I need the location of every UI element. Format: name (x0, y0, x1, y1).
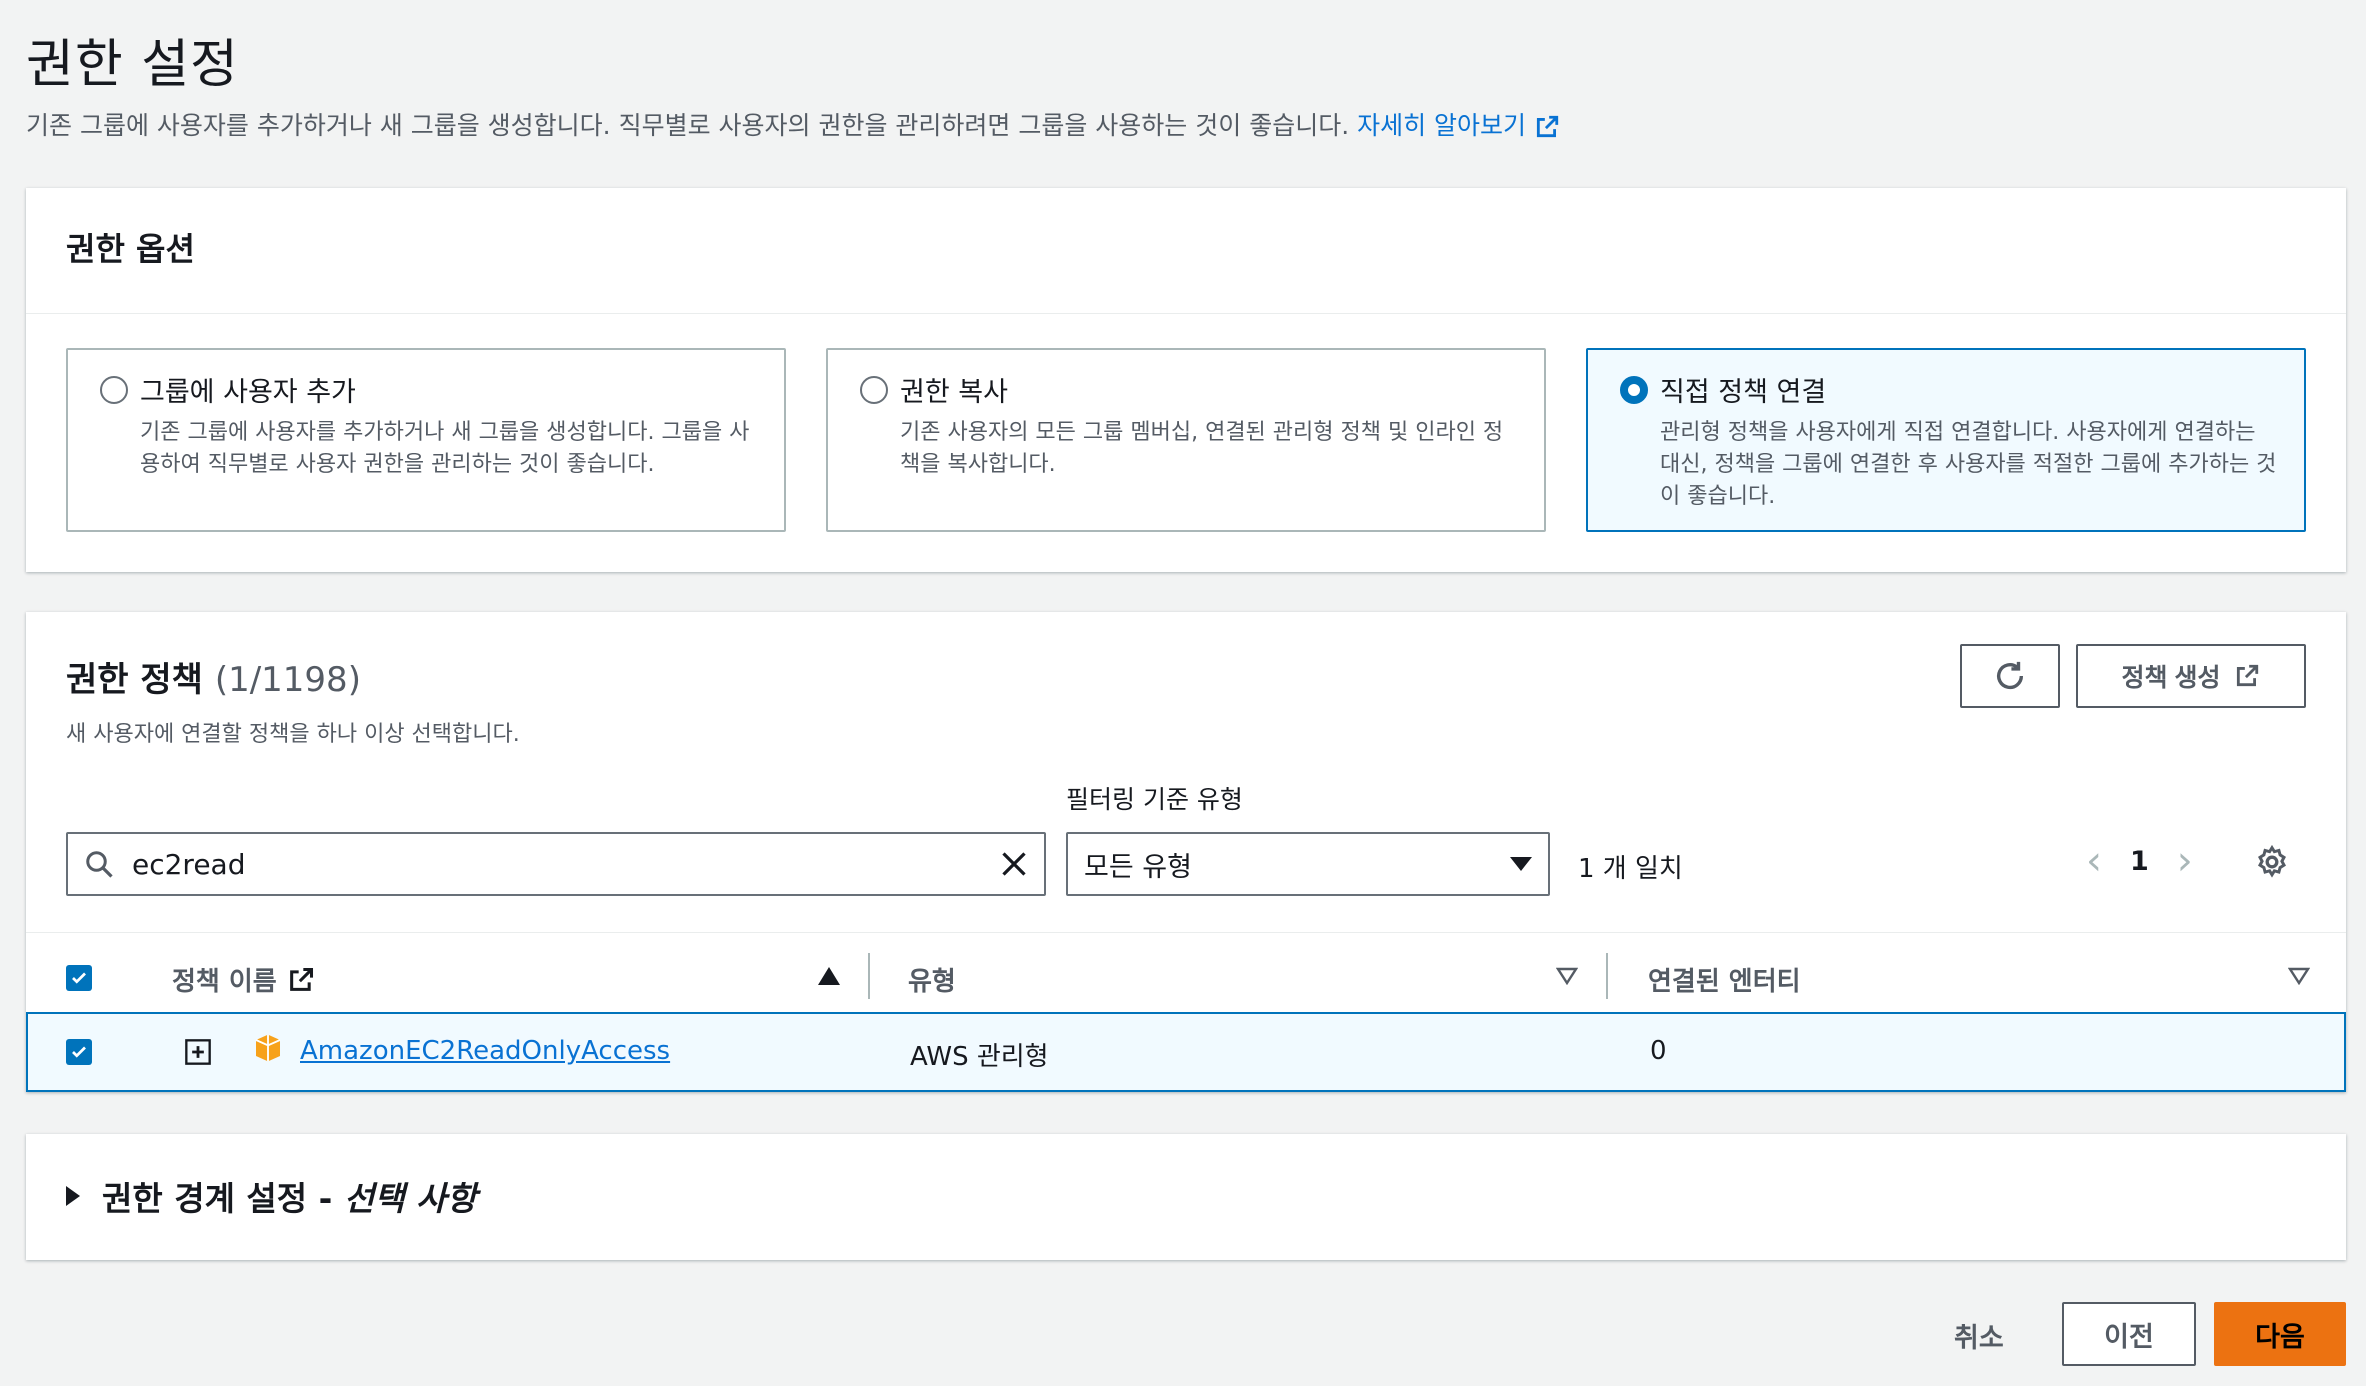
policies-title: 권한 정책 (1/1198) (66, 652, 361, 701)
boundary-optional-label: 선택 사항 (343, 1179, 477, 1218)
column-label: 정책 이름 (172, 967, 277, 997)
sort-ascending-icon[interactable] (818, 967, 840, 985)
policies-subtitle: 새 사용자에 연결할 정책을 하나 이상 선택합니다. (66, 722, 520, 747)
boundary-title: 권한 경계 설정 - (102, 1179, 333, 1218)
option-attach-policies[interactable]: 직접 정책 연결 관리형 정책을 사용자에게 직접 연결합니다. 사용자에게 연… (1586, 348, 2306, 532)
aws-managed-policy-icon (255, 1034, 281, 1062)
option-label: 그룹에 사용자 추가 (140, 377, 356, 408)
option-description: 관리형 정책을 사용자에게 직접 연결합니다. 사용자에게 연결하는 대신, 정… (1660, 420, 2277, 509)
page: 권한 설정 기존 그룹에 사용자를 추가하거나 새 그룹을 생성합니다. 직무별… (0, 0, 2366, 1386)
match-count: 1 개 일치 (1578, 854, 1683, 884)
check-icon (72, 972, 86, 984)
learn-more-label: 자세히 알아보기 (1357, 111, 1527, 140)
table-row[interactable]: AmazonEC2ReadOnlyAccess AWS 관리형 0 (26, 1012, 2346, 1092)
filter-type-select[interactable]: 모든 유형 (1066, 832, 1550, 896)
option-label: 권한 복사 (900, 377, 1008, 408)
option-description: 기존 그룹에 사용자를 추가하거나 새 그룹을 생성합니다. 그룹을 사용하여 … (140, 420, 750, 477)
column-type[interactable]: 유형 (908, 961, 956, 998)
permission-policies-panel: 권한 정책 (1/1198) 새 사용자에 연결할 정책을 하나 이상 선택합니… (26, 612, 2346, 1092)
refresh-button[interactable] (1960, 644, 2060, 708)
option-label: 직접 정책 연결 (1660, 377, 1827, 408)
previous-button[interactable]: 이전 (2062, 1302, 2196, 1366)
attached-entities-count: 0 (1650, 1036, 1667, 1066)
permission-options-title: 권한 옵션 (66, 230, 195, 268)
clear-icon[interactable] (1000, 850, 1028, 878)
sort-icon[interactable] (2288, 967, 2310, 985)
check-icon (72, 1046, 86, 1058)
radio-button-selected[interactable] (1620, 376, 1648, 404)
permission-options-panel: 권한 옵션 그룹에 사용자 추가 기존 그룹에 사용자를 추가하거나 새 그룹을… (26, 188, 2346, 572)
caret-right-icon (66, 1186, 80, 1206)
previous-page-icon[interactable]: ‹ (2086, 838, 2102, 884)
external-link-icon (289, 967, 313, 991)
learn-more-link[interactable]: 자세히 알아보기 (1357, 111, 1560, 140)
column-attached-entities[interactable]: 연결된 엔터티 (1648, 961, 1801, 998)
table-header: 정책 이름 유형 연결된 엔터티 (26, 932, 2346, 1022)
radio-button[interactable] (860, 376, 888, 404)
expand-icon[interactable] (184, 1038, 212, 1066)
search-icon (86, 851, 113, 878)
page-description-text: 기존 그룹에 사용자를 추가하거나 새 그룹을 생성합니다. 직무별로 사용자의… (26, 111, 1350, 140)
search-value: ec2read (132, 847, 246, 881)
gear-icon[interactable] (2254, 844, 2290, 880)
create-policy-label: 정책 생성 (2121, 664, 2221, 692)
external-link-icon (1536, 115, 1559, 138)
refresh-icon (1996, 661, 2024, 690)
caret-down-icon (1510, 857, 1532, 871)
option-description: 기존 사용자의 모든 그룹 멤버십, 연결된 관리형 정책 및 인라인 정책을 … (900, 420, 1504, 477)
sort-icon[interactable] (1556, 967, 1578, 985)
select-all-checkbox[interactable] (66, 965, 92, 991)
column-divider (868, 953, 870, 999)
panel-header: 권한 옵션 (26, 188, 2346, 314)
filter-type-value: 모든 유형 (1084, 851, 1192, 883)
create-policy-button[interactable]: 정책 생성 (2076, 644, 2306, 708)
cancel-button[interactable]: 취소 (1954, 1316, 2004, 1355)
radio-button[interactable] (100, 376, 128, 404)
next-page-icon[interactable]: › (2177, 838, 2193, 884)
permissions-boundary-toggle[interactable]: 권한 경계 설정 - 선택 사항 (66, 1172, 477, 1220)
policies-count: (1/1198) (214, 660, 361, 700)
next-button[interactable]: 다음 (2214, 1302, 2346, 1366)
current-page[interactable]: 1 (2130, 846, 2149, 877)
page-description: 기존 그룹에 사용자를 추가하거나 새 그룹을 생성합니다. 직무별로 사용자의… (26, 106, 1560, 142)
column-policy-name[interactable]: 정책 이름 (172, 961, 315, 998)
column-label: 연결된 엔터티 (1648, 967, 1801, 997)
policies-title-text: 권한 정책 (66, 660, 203, 700)
option-add-to-group[interactable]: 그룹에 사용자 추가 기존 그룹에 사용자를 추가하거나 새 그룹을 생성합니다… (66, 348, 786, 532)
policy-search-input[interactable]: ec2read (66, 832, 1046, 896)
column-divider (1606, 953, 1608, 999)
page-title: 권한 설정 (26, 35, 239, 95)
external-link-icon (2237, 664, 2259, 687)
policy-name-link[interactable]: AmazonEC2ReadOnlyAccess (300, 1036, 670, 1066)
pagination: ‹ 1 › (2086, 838, 2193, 884)
column-label: 유형 (908, 967, 956, 997)
permissions-boundary-panel[interactable]: 권한 경계 설정 - 선택 사항 (26, 1134, 2346, 1260)
option-copy-permissions[interactable]: 권한 복사 기존 사용자의 모든 그룹 멤버십, 연결된 관리형 정책 및 인라… (826, 348, 1546, 532)
row-checkbox[interactable] (66, 1039, 92, 1065)
filter-type-label: 필터링 기준 유형 (1066, 785, 1243, 814)
policy-type: AWS 관리형 (910, 1042, 1049, 1072)
